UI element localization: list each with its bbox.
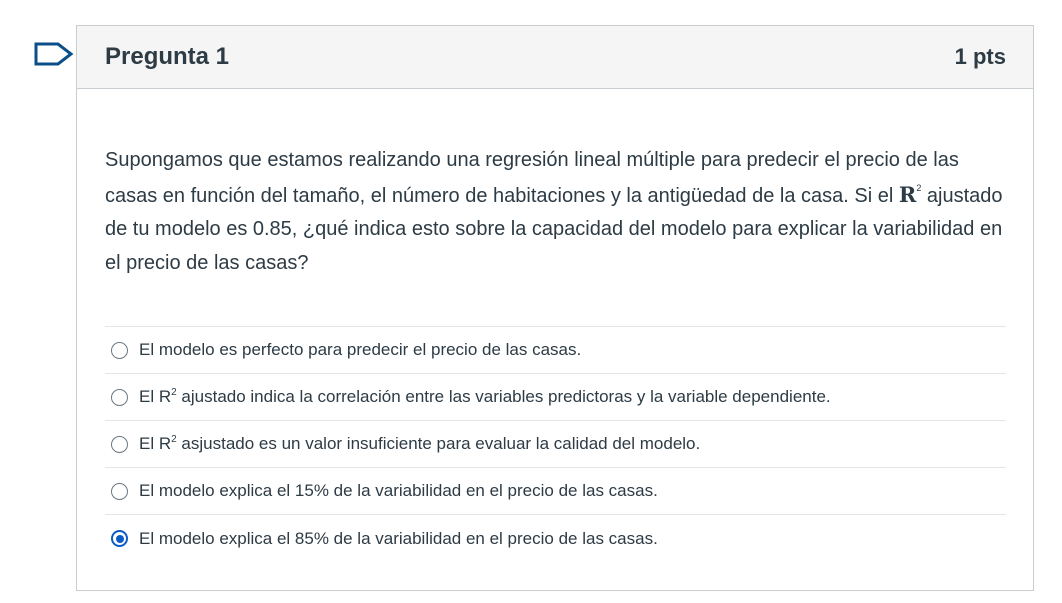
question-text-part1: Supongamos que estamos realizando una re… xyxy=(105,149,959,207)
question-card: Pregunta 1 1 pts Supongamos que estamos … xyxy=(76,25,1034,591)
answer-label-prefix: El R xyxy=(139,387,172,406)
radio-button[interactable] xyxy=(111,435,128,453)
answer-label-suffix: ajustado indica la correlación entre las… xyxy=(176,387,831,406)
answer-label: El R2 ajustado indica la correlación ent… xyxy=(139,387,831,407)
question-points: 1 pts xyxy=(954,44,1006,69)
answer-list: El modelo es perfecto para predecir el p… xyxy=(105,326,1006,562)
answer-option-3[interactable]: El R2 asjustado es un valor insuficiente… xyxy=(105,421,1006,468)
answer-option-5[interactable]: El modelo explica el 85% de la variabili… xyxy=(105,515,1006,562)
question-header: Pregunta 1 1 pts xyxy=(77,26,1033,89)
radio-button-selected[interactable] xyxy=(111,530,128,547)
radio-button[interactable] xyxy=(111,482,128,500)
r-squared-symbol: R xyxy=(898,181,917,207)
answer-label: El modelo explica el 85% de la variabili… xyxy=(139,528,658,548)
flag-question-icon[interactable] xyxy=(34,42,74,66)
answer-label: El modelo explica el 15% de la variabili… xyxy=(139,481,658,500)
radio-button[interactable] xyxy=(111,388,128,406)
answer-label-suffix: asjustado es un valor insuficiente para … xyxy=(176,434,701,453)
radio-button[interactable] xyxy=(111,341,128,359)
answer-label-prefix: El R xyxy=(139,434,172,453)
question-title: Pregunta 1 xyxy=(105,43,230,70)
answer-option-1[interactable]: El modelo es perfecto para predecir el p… xyxy=(105,327,1006,374)
answer-label: El modelo es perfecto para predecir el p… xyxy=(139,340,582,359)
answer-option-4[interactable]: El modelo explica el 15% de la variabili… xyxy=(105,468,1006,515)
answer-label: El R2 asjustado es un valor insuficiente… xyxy=(139,434,700,454)
question-text: Supongamos que estamos realizando una re… xyxy=(77,89,1033,280)
answer-option-2[interactable]: El R2 ajustado indica la correlación ent… xyxy=(105,374,1006,421)
